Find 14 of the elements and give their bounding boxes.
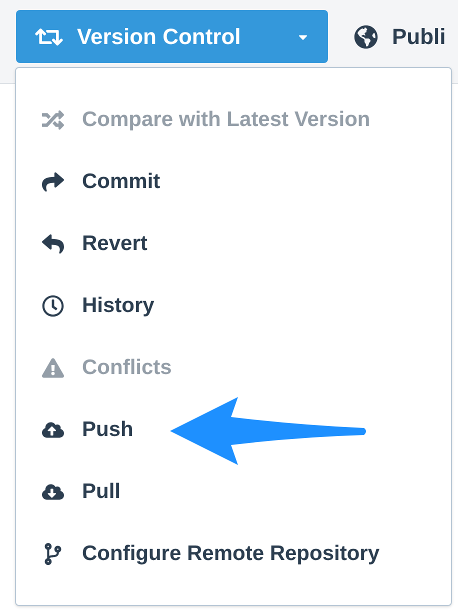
clock-icon	[42, 295, 64, 317]
branch-icon	[42, 543, 64, 565]
warning-icon	[42, 357, 64, 379]
menu-item[interactable]: Configure Remote Repository	[16, 523, 451, 585]
shuffle-icon	[42, 109, 64, 131]
back-arrow-icon	[42, 233, 64, 255]
forward-arrow-icon	[42, 171, 64, 193]
globe-icon	[354, 24, 378, 48]
menu-item[interactable]: Pull	[16, 461, 451, 523]
menu-item[interactable]: History	[16, 275, 451, 337]
publish-button[interactable]: Publi	[354, 10, 446, 63]
menu-item[interactable]: Push	[16, 399, 451, 461]
menu-item[interactable]: Commit	[16, 151, 451, 213]
menu-item[interactable]: Revert	[16, 213, 451, 275]
